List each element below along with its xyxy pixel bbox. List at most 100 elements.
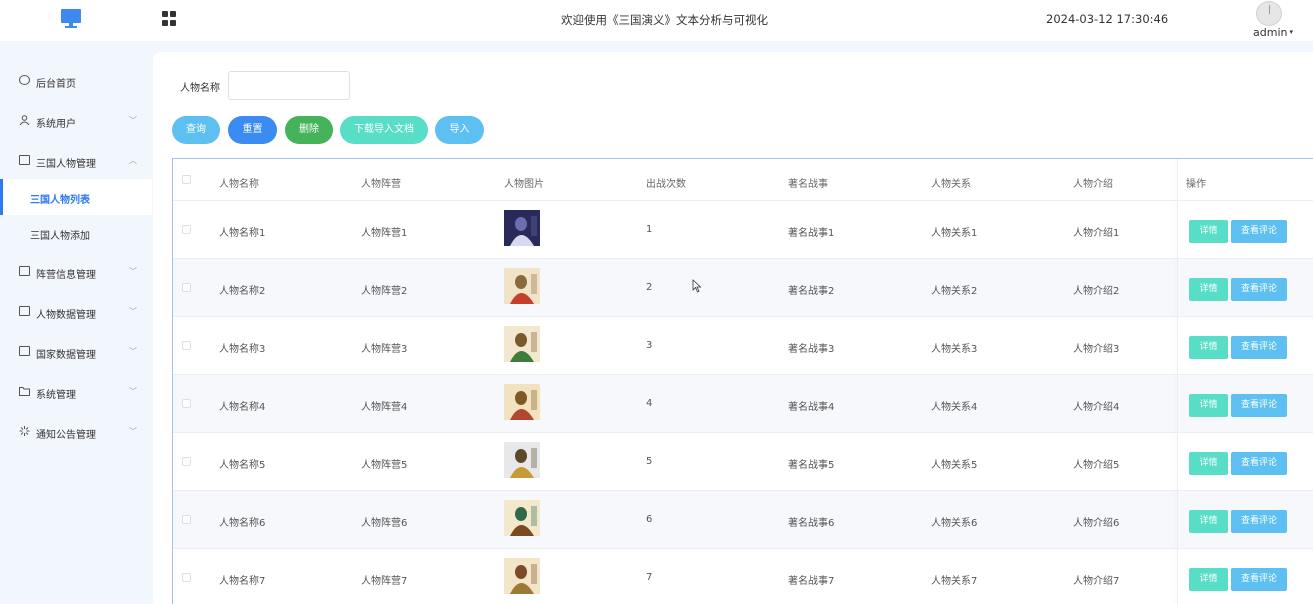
- column-header-name[interactable]: 人物名称: [219, 175, 259, 190]
- row-checkbox[interactable]: [182, 225, 191, 234]
- cell-camp: 人物阵营3: [361, 344, 408, 355]
- character-thumbnail[interactable]: [504, 326, 540, 362]
- column-header-camp[interactable]: 人物阵营: [361, 175, 401, 190]
- sidebar-item-system-management[interactable]: 系统管理 ﹀: [0, 373, 152, 409]
- view-comments-button[interactable]: 查看评论: [1231, 394, 1287, 417]
- cell-intro: 人物介绍4: [1073, 402, 1120, 413]
- detail-button[interactable]: 详情: [1189, 452, 1228, 475]
- user-icon: [19, 115, 30, 125]
- card-icon: [19, 306, 30, 316]
- cell-battles: 6: [646, 514, 653, 525]
- sidebar-item-home[interactable]: 后台首页: [0, 62, 152, 98]
- row-checkbox[interactable]: [182, 399, 191, 408]
- cell-famous-war: 著名战事7: [788, 576, 835, 587]
- search-input[interactable]: [228, 71, 350, 100]
- avatar[interactable]: [1256, 1, 1282, 26]
- row-checkbox[interactable]: [182, 457, 191, 466]
- detail-button[interactable]: 详情: [1189, 220, 1228, 243]
- folder-icon: [19, 387, 30, 396]
- cell-relation: 人物关系6: [931, 518, 978, 529]
- username: admin: [1253, 26, 1288, 39]
- row-checkbox[interactable]: [182, 515, 191, 524]
- sidebar-subitem-character-add[interactable]: 三国人物添加: [0, 215, 152, 251]
- table-header: 人物名称 人物阵营 人物图片 出战次数 著名战事 人物关系 人物介绍 操作: [173, 159, 1313, 201]
- search-label: 人物名称: [180, 83, 220, 94]
- sidebar-item-country-data[interactable]: 国家数据管理 ﹀: [0, 333, 152, 369]
- chevron-down-icon: ▾: [1289, 28, 1293, 36]
- sidebar-subitem-character-list[interactable]: 三国人物列表: [0, 179, 152, 215]
- view-comments-button[interactable]: 查看评论: [1231, 452, 1287, 475]
- column-header-famous-war[interactable]: 著名战事: [788, 175, 828, 190]
- row-checkbox[interactable]: [182, 341, 191, 350]
- character-thumbnail[interactable]: [504, 442, 540, 478]
- sidebar: 后台首页 系统用户 ﹀ 三国人物管理 ︿ 三国人物列表 三国人物添加 阵营信息管…: [0, 41, 152, 604]
- character-thumbnail[interactable]: [504, 558, 540, 594]
- table-row: 人物名称1 人物阵营1 1 著名战事1 人物关系1 人物介绍1 详情 查看评论: [173, 201, 1313, 259]
- fixed-column-divider: [1177, 159, 1178, 604]
- cell-camp: 人物阵营6: [361, 518, 408, 529]
- character-thumbnail[interactable]: [504, 384, 540, 420]
- cell-famous-war: 著名战事5: [788, 460, 835, 471]
- view-comments-button[interactable]: 查看评论: [1231, 568, 1287, 591]
- import-button[interactable]: 导入: [435, 116, 484, 144]
- sidebar-item-label: 系统用户: [36, 119, 76, 130]
- view-comments-button[interactable]: 查看评论: [1231, 220, 1287, 243]
- cell-intro: 人物介绍3: [1073, 344, 1120, 355]
- detail-button[interactable]: 详情: [1189, 568, 1228, 591]
- cell-camp: 人物阵营7: [361, 576, 408, 587]
- chevron-down-icon: ﹀: [129, 267, 137, 276]
- sidebar-item-camp-management[interactable]: 阵营信息管理 ﹀: [0, 253, 152, 289]
- cell-relation: 人物关系5: [931, 460, 978, 471]
- row-checkbox[interactable]: [182, 573, 191, 582]
- cell-intro: 人物介绍1: [1073, 228, 1120, 239]
- character-thumbnail[interactable]: [504, 210, 540, 246]
- loading-icon: [19, 426, 30, 436]
- select-all-checkbox[interactable]: [182, 175, 191, 184]
- detail-button[interactable]: 详情: [1189, 510, 1228, 533]
- user-menu[interactable]: admin ▾: [1253, 26, 1293, 39]
- chevron-down-icon: ﹀: [129, 387, 137, 396]
- sidebar-item-label: 阵营信息管理: [36, 270, 96, 281]
- cell-famous-war: 著名战事3: [788, 344, 835, 355]
- detail-button[interactable]: 详情: [1189, 278, 1228, 301]
- sidebar-item-label: 国家数据管理: [36, 350, 96, 361]
- character-thumbnail[interactable]: [504, 268, 540, 304]
- sidebar-item-system-users[interactable]: 系统用户 ﹀: [0, 102, 152, 138]
- cell-intro: 人物介绍6: [1073, 518, 1120, 529]
- cell-battles: 1: [646, 224, 653, 235]
- cell-famous-war: 著名战事6: [788, 518, 835, 529]
- active-indicator: [0, 179, 3, 215]
- cell-camp: 人物阵营5: [361, 460, 408, 471]
- column-header-relation[interactable]: 人物关系: [931, 175, 971, 190]
- detail-button[interactable]: 详情: [1189, 336, 1228, 359]
- column-header-image[interactable]: 人物图片: [504, 175, 544, 190]
- view-comments-button[interactable]: 查看评论: [1231, 278, 1287, 301]
- cell-name: 人物名称4: [219, 402, 266, 413]
- column-header-intro[interactable]: 人物介绍: [1073, 175, 1113, 190]
- chevron-down-icon: ﹀: [129, 116, 137, 125]
- query-button[interactable]: 查询: [172, 116, 220, 144]
- sidebar-item-notice-management[interactable]: 通知公告管理 ﹀: [0, 413, 152, 449]
- cell-battles: 2: [646, 282, 653, 293]
- table-row: 人物名称7 人物阵营7 7 著名战事7 人物关系7 人物介绍7 详情 查看评论: [173, 549, 1313, 604]
- sidebar-item-character-data[interactable]: 人物数据管理 ﹀: [0, 293, 152, 329]
- row-checkbox[interactable]: [182, 283, 191, 292]
- sidebar-item-character-management[interactable]: 三国人物管理 ︿: [0, 142, 152, 178]
- card-icon: [19, 346, 30, 356]
- character-thumbnail[interactable]: [504, 500, 540, 536]
- table-row: 人物名称5 人物阵营5 5 著名战事5 人物关系5 人物介绍5 详情 查看评论: [173, 433, 1313, 491]
- download-template-button[interactable]: 下载导入文档: [340, 116, 428, 144]
- column-header-battles[interactable]: 出战次数: [646, 175, 686, 190]
- reset-button[interactable]: 重置: [228, 116, 277, 144]
- delete-button[interactable]: 删除: [285, 116, 333, 144]
- chevron-down-icon: ﹀: [129, 307, 137, 316]
- card-icon: [19, 266, 30, 276]
- detail-button[interactable]: 详情: [1189, 394, 1228, 417]
- view-comments-button[interactable]: 查看评论: [1231, 510, 1287, 533]
- card-icon: [19, 155, 30, 165]
- top-header: 欢迎使用《三国演义》文本分析与可视化 2024-03-12 17:30:46 a…: [0, 0, 1313, 41]
- cell-camp: 人物阵营2: [361, 286, 408, 297]
- cell-name: 人物名称7: [219, 576, 266, 587]
- cell-famous-war: 著名战事2: [788, 286, 835, 297]
- view-comments-button[interactable]: 查看评论: [1231, 336, 1287, 359]
